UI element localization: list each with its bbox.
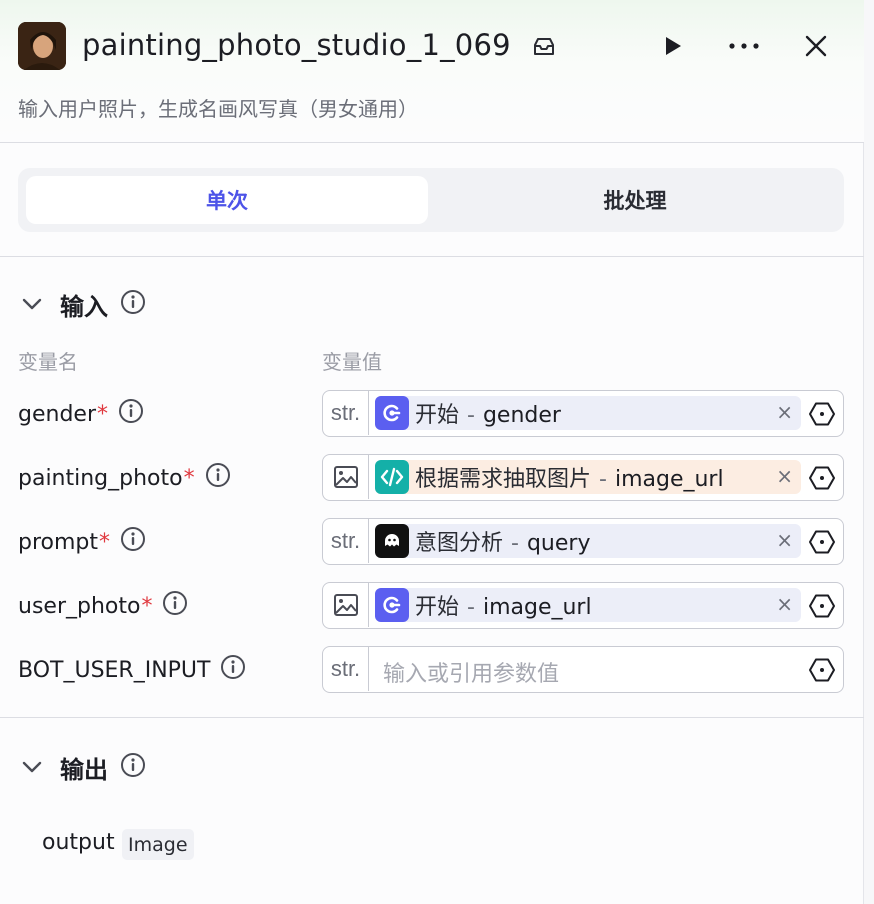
input-section-title: 输入 — [60, 292, 108, 321]
canvas-edge — [864, 0, 874, 904]
required-mark: * — [97, 401, 108, 427]
input-section-header[interactable]: 输入 — [18, 289, 146, 321]
param-ref: image_url — [482, 595, 592, 620]
close-button[interactable] — [798, 28, 834, 64]
inbox-icon[interactable] — [532, 36, 556, 58]
param-ref: query — [526, 531, 591, 556]
variable-reference-icon[interactable] — [809, 465, 835, 491]
info-icon[interactable] — [205, 462, 231, 494]
reference-chip[interactable]: 根据需求抽取图片 - image_url × — [375, 460, 801, 494]
param-label-gender: gender * — [18, 399, 144, 429]
param-ref: image_url — [614, 467, 724, 492]
param-label-user-photo: user_photo * — [18, 591, 188, 621]
run-button[interactable] — [654, 28, 690, 64]
param-name: prompt — [18, 529, 99, 555]
play-icon — [666, 37, 681, 55]
param-label-bot-user-input: BOT_USER_INPUT — [18, 655, 246, 685]
param-label-prompt: prompt * — [18, 527, 146, 557]
type-badge-image — [323, 455, 369, 499]
start-node-icon — [375, 396, 409, 430]
output-section-header[interactable]: 输出 — [18, 752, 146, 784]
node-name: 开始 — [415, 595, 460, 620]
remove-reference-button[interactable]: × — [776, 592, 793, 616]
code-node-icon — [375, 460, 409, 494]
close-icon — [805, 35, 827, 57]
type-badge-image — [323, 583, 369, 627]
panel-header: painting_photo_studio_1_069 输入用户照片，生成名画风… — [0, 0, 864, 143]
type-badge-str: str. — [323, 519, 369, 563]
param-value-field-painting-photo[interactable]: 根据需求抽取图片 - image_url × — [322, 454, 844, 501]
image-icon — [333, 594, 358, 616]
tab-single[interactable]: 单次 — [26, 176, 428, 224]
param-value-field-prompt[interactable]: str. 意图分析 - query × — [322, 518, 844, 565]
node-name: 开始 — [415, 403, 460, 428]
image-icon — [333, 466, 358, 488]
param-name: gender — [18, 401, 96, 427]
node-name: 根据需求抽取图片 — [415, 467, 592, 492]
reference-chip[interactable]: 开始 - gender × — [375, 396, 801, 430]
variable-reference-icon[interactable] — [809, 401, 835, 427]
type-badge-str: str. — [323, 391, 369, 435]
info-icon[interactable] — [162, 590, 188, 622]
param-ref: gender — [482, 403, 561, 428]
info-icon[interactable] — [120, 526, 146, 558]
divider — [0, 256, 864, 257]
node-name: 意图分析 — [415, 531, 504, 556]
output-type-badge: Image — [122, 829, 194, 860]
workflow-test-panel: painting_photo_studio_1_069 输入用户照片，生成名画风… — [0, 0, 864, 904]
remove-reference-button[interactable]: × — [776, 528, 793, 552]
info-icon[interactable] — [118, 398, 144, 430]
variable-reference-icon[interactable] — [809, 657, 835, 683]
start-node-icon — [375, 588, 409, 622]
reference-chip[interactable]: 开始 - image_url × — [375, 588, 801, 622]
required-mark: * — [99, 529, 111, 555]
intent-node-icon — [375, 524, 409, 558]
variable-reference-icon[interactable] — [809, 529, 835, 555]
info-icon[interactable] — [220, 654, 246, 686]
param-value-input[interactable]: 输入或引用参数值 — [383, 656, 559, 688]
output-variable-name: output — [42, 830, 115, 855]
run-mode-tabs: 单次 批处理 — [18, 168, 844, 232]
more-icon — [729, 43, 759, 49]
output-section-title: 输出 — [60, 755, 108, 784]
variable-reference-icon[interactable] — [809, 593, 835, 619]
divider — [0, 717, 864, 718]
remove-reference-button[interactable]: × — [776, 400, 793, 424]
more-button[interactable] — [726, 28, 762, 64]
type-badge-str: str. — [323, 647, 369, 691]
info-icon[interactable] — [120, 289, 146, 319]
param-name: painting_photo — [18, 465, 183, 491]
required-mark: * — [141, 593, 153, 619]
param-name: user_photo — [18, 593, 141, 619]
workflow-description: 输入用户照片，生成名画风写真（男女通用） — [18, 97, 418, 121]
required-mark: * — [183, 465, 195, 491]
remove-reference-button[interactable]: × — [776, 464, 793, 488]
column-header-name: 变量名 — [18, 350, 78, 374]
param-label-painting-photo: painting_photo * — [18, 463, 231, 493]
param-name: BOT_USER_INPUT — [18, 657, 211, 683]
chevron-down-icon[interactable] — [18, 753, 46, 781]
param-value-field-bot-user-input[interactable]: str. 输入或引用参数值 — [322, 646, 844, 693]
param-value-field-gender[interactable]: str. 开始 - gender × — [322, 390, 844, 437]
chevron-down-icon[interactable] — [18, 290, 46, 318]
tab-batch[interactable]: 批处理 — [434, 176, 836, 224]
info-icon[interactable] — [120, 752, 146, 782]
column-header-value: 变量值 — [322, 350, 382, 374]
param-value-field-user-photo[interactable]: 开始 - image_url × — [322, 582, 844, 629]
workflow-avatar — [18, 22, 66, 70]
page-title: painting_photo_studio_1_069 — [82, 28, 511, 62]
reference-chip[interactable]: 意图分析 - query × — [375, 524, 801, 558]
